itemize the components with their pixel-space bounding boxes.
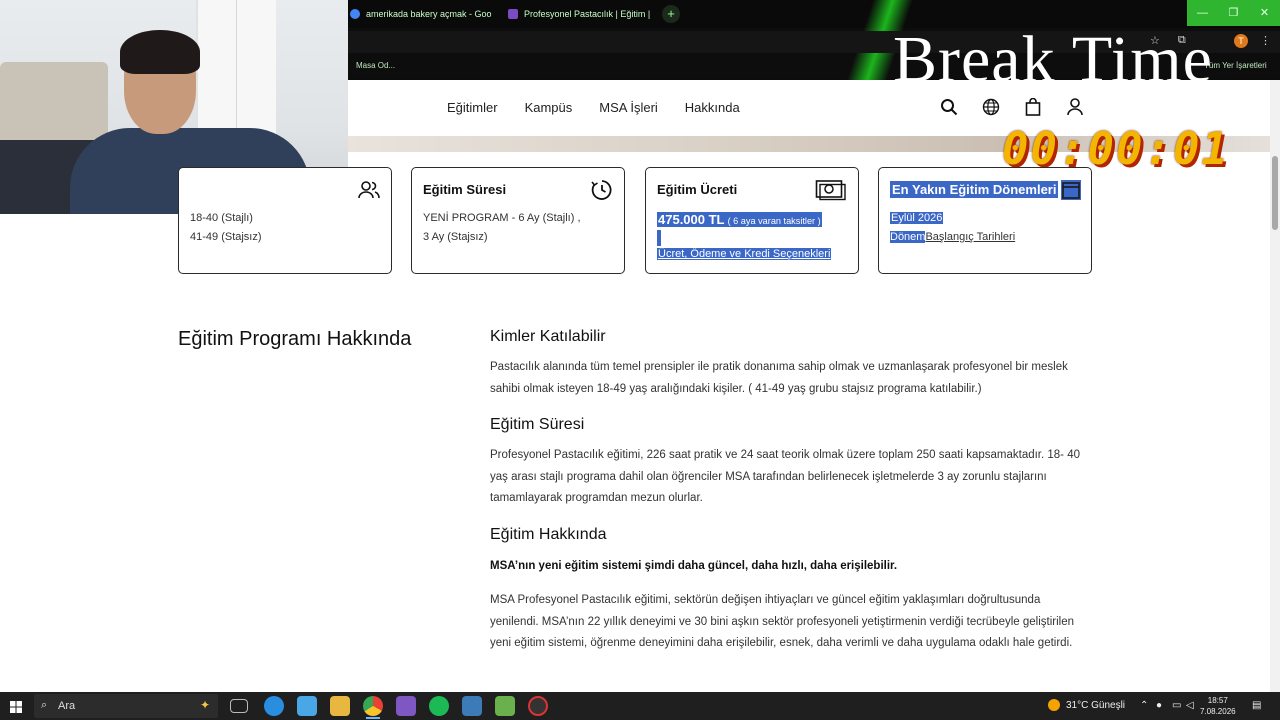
new-tab-button[interactable]: + — [662, 5, 680, 23]
payment-options-link[interactable]: Ücret, Ödeme ve Kredi Seçenekleri — [657, 248, 832, 260]
card-line: 41-49 (Stajsız) — [190, 231, 262, 243]
search-icon[interactable] — [928, 96, 970, 118]
teams-icon[interactable] — [396, 696, 416, 716]
volume-icon[interactable]: ◁ — [1186, 692, 1194, 720]
clock-date: 7.08.2026 — [1200, 707, 1236, 716]
app-icon[interactable] — [495, 696, 515, 716]
nav-kampus[interactable]: Kampüs — [525, 100, 573, 115]
close-window-button[interactable]: ✕ — [1249, 0, 1280, 26]
card-line: 3 Ay (Stajsız) — [423, 231, 488, 243]
weather-text: 31°C Güneşli — [1066, 700, 1126, 711]
break-time-overlay: Break Time — [893, 23, 1213, 96]
nav-msa-isleri[interactable]: MSA İşleri — [599, 100, 658, 115]
tab-google-search[interactable]: amerikada bakery açmak - Goo ✕ — [350, 4, 500, 24]
taskbar-search[interactable]: ⌕ Ara ✦ — [34, 694, 218, 718]
clock-time: 18:57 — [1207, 696, 1228, 705]
chrome-icon[interactable] — [363, 696, 383, 716]
term-prefix: Dönem — [890, 231, 926, 243]
paragraph-about: MSA Profesyonel Pastacılık eğitimi, sekt… — [490, 594, 1075, 649]
globe-icon[interactable] — [970, 96, 1012, 118]
bookmark-item[interactable]: Masa Od... — [356, 61, 395, 70]
task-view-icon[interactable] — [230, 699, 248, 713]
app-icon[interactable] — [528, 696, 548, 716]
term-dates-line: DönemBaşlangıç Tarihleri — [890, 231, 1015, 243]
price-value: 475.000 TL — [658, 212, 725, 227]
paragraph-duration: Profesyonel Pastacılık eğitimi, 226 saat… — [490, 449, 1080, 504]
tab-title: amerikada bakery açmak - Goo — [366, 9, 492, 19]
calendar-icon — [1061, 180, 1081, 200]
msa-favicon-icon — [508, 9, 518, 19]
app-icon[interactable] — [462, 696, 482, 716]
paragraph-who-can-join: Pastacılık alanında tüm temel prensipler… — [490, 361, 1068, 395]
heading-about-training: Eğitim Hakkında — [490, 526, 607, 543]
spotify-icon[interactable] — [429, 696, 449, 716]
card-duration: Eğitim Süresi YENİ PROGRAM - 6 Ay (Stajl… — [411, 167, 625, 274]
users-icon — [357, 178, 381, 202]
maximize-button[interactable]: ❐ — [1218, 0, 1249, 26]
card-fee: Eğitim Ücreti 475.000 TL ( 6 aya varan t… — [645, 167, 859, 274]
card-line: 18-40 (Stajlı) — [190, 212, 253, 224]
network-icon[interactable]: ▭ — [1172, 692, 1181, 720]
all-bookmarks[interactable]: Tüm Yer İşaretleri — [1204, 61, 1267, 70]
webcam-person-hair — [120, 30, 200, 74]
card-line: YENİ PROGRAM - 6 Ay (Stajlı) , — [423, 212, 581, 224]
main-nav: Eğitimler Kampüs MSA İşleri Hakkında — [447, 100, 767, 115]
heading-who-can-join: Kimler Katılabilir — [490, 328, 606, 345]
active-app-indicator — [366, 717, 380, 719]
card-age: 18-40 (Stajlı) 41-49 (Stajsız) — [178, 167, 392, 274]
sun-icon — [1048, 699, 1060, 712]
clock-icon — [590, 178, 614, 202]
mic-icon[interactable]: ● — [1156, 692, 1162, 720]
price-note: ( 6 aya varan taksitler ) — [727, 216, 821, 226]
search-icon: ⌕ — [41, 699, 48, 711]
sparkle-icon: ✦ — [199, 698, 210, 712]
profile-avatar[interactable]: T — [1234, 34, 1248, 48]
nav-hakkinda[interactable]: Hakkında — [685, 100, 740, 115]
edge-icon[interactable] — [264, 696, 284, 716]
card-line: Eylül 2026 — [890, 212, 944, 224]
search-placeholder: Ara — [58, 700, 76, 712]
paragraph-about-bold: MSA’nın yeni eğitim sistemi şimdi daha g… — [490, 560, 898, 572]
timer-overlay: 00:00:01 — [1002, 124, 1230, 175]
windows-start-icon[interactable] — [10, 700, 22, 713]
weather-widget[interactable]: 31°C Güneşli — [1048, 692, 1125, 720]
taskbar-clock[interactable]: 18:57 7.08.2026 — [1200, 695, 1236, 717]
price-line: 475.000 TL ( 6 aya varan taksitler ) — [657, 212, 822, 227]
user-icon[interactable] — [1054, 96, 1096, 118]
nav-egitimler[interactable]: Eğitimler — [447, 100, 498, 115]
card-title: Eğitim Ücreti — [657, 182, 738, 197]
card-next-terms: En Yakın Eğitim Dönemleri Eylül 2026 Dön… — [878, 167, 1092, 274]
taskbar: ⌕ Ara ✦ 31°C Güneşli ⌃ ● ▭ ◁ 18:57 7.08.… — [0, 692, 1280, 720]
cart-icon[interactable] — [1012, 96, 1054, 118]
store-icon[interactable] — [297, 696, 317, 716]
card-title: En Yakın Eğitim Dönemleri — [890, 181, 1059, 198]
selection-gap — [657, 230, 661, 246]
menu-dots-icon[interactable]: ⋮ — [1260, 34, 1271, 47]
tab-title: Profesyonel Pastacılık | Eğitim | — [524, 9, 651, 19]
notification-icon[interactable]: ▤ — [1252, 692, 1261, 720]
header-icons — [928, 96, 1096, 118]
card-title: Eğitim Süresi — [423, 182, 507, 197]
tab-msa-page[interactable]: Profesyonel Pastacılık | Eğitim | ✕ — [508, 4, 656, 24]
tray-chevron-icon[interactable]: ⌃ — [1140, 692, 1148, 720]
section-title: Eğitim Programı Hakkında — [178, 328, 412, 350]
money-icon — [815, 178, 847, 202]
heading-duration: Eğitim Süresi — [490, 416, 585, 433]
folder-icon[interactable] — [330, 696, 350, 716]
google-favicon-icon — [350, 9, 360, 19]
scrollbar-thumb[interactable] — [1272, 156, 1278, 230]
start-dates-link[interactable]: Başlangıç Tarihleri — [925, 231, 1015, 243]
